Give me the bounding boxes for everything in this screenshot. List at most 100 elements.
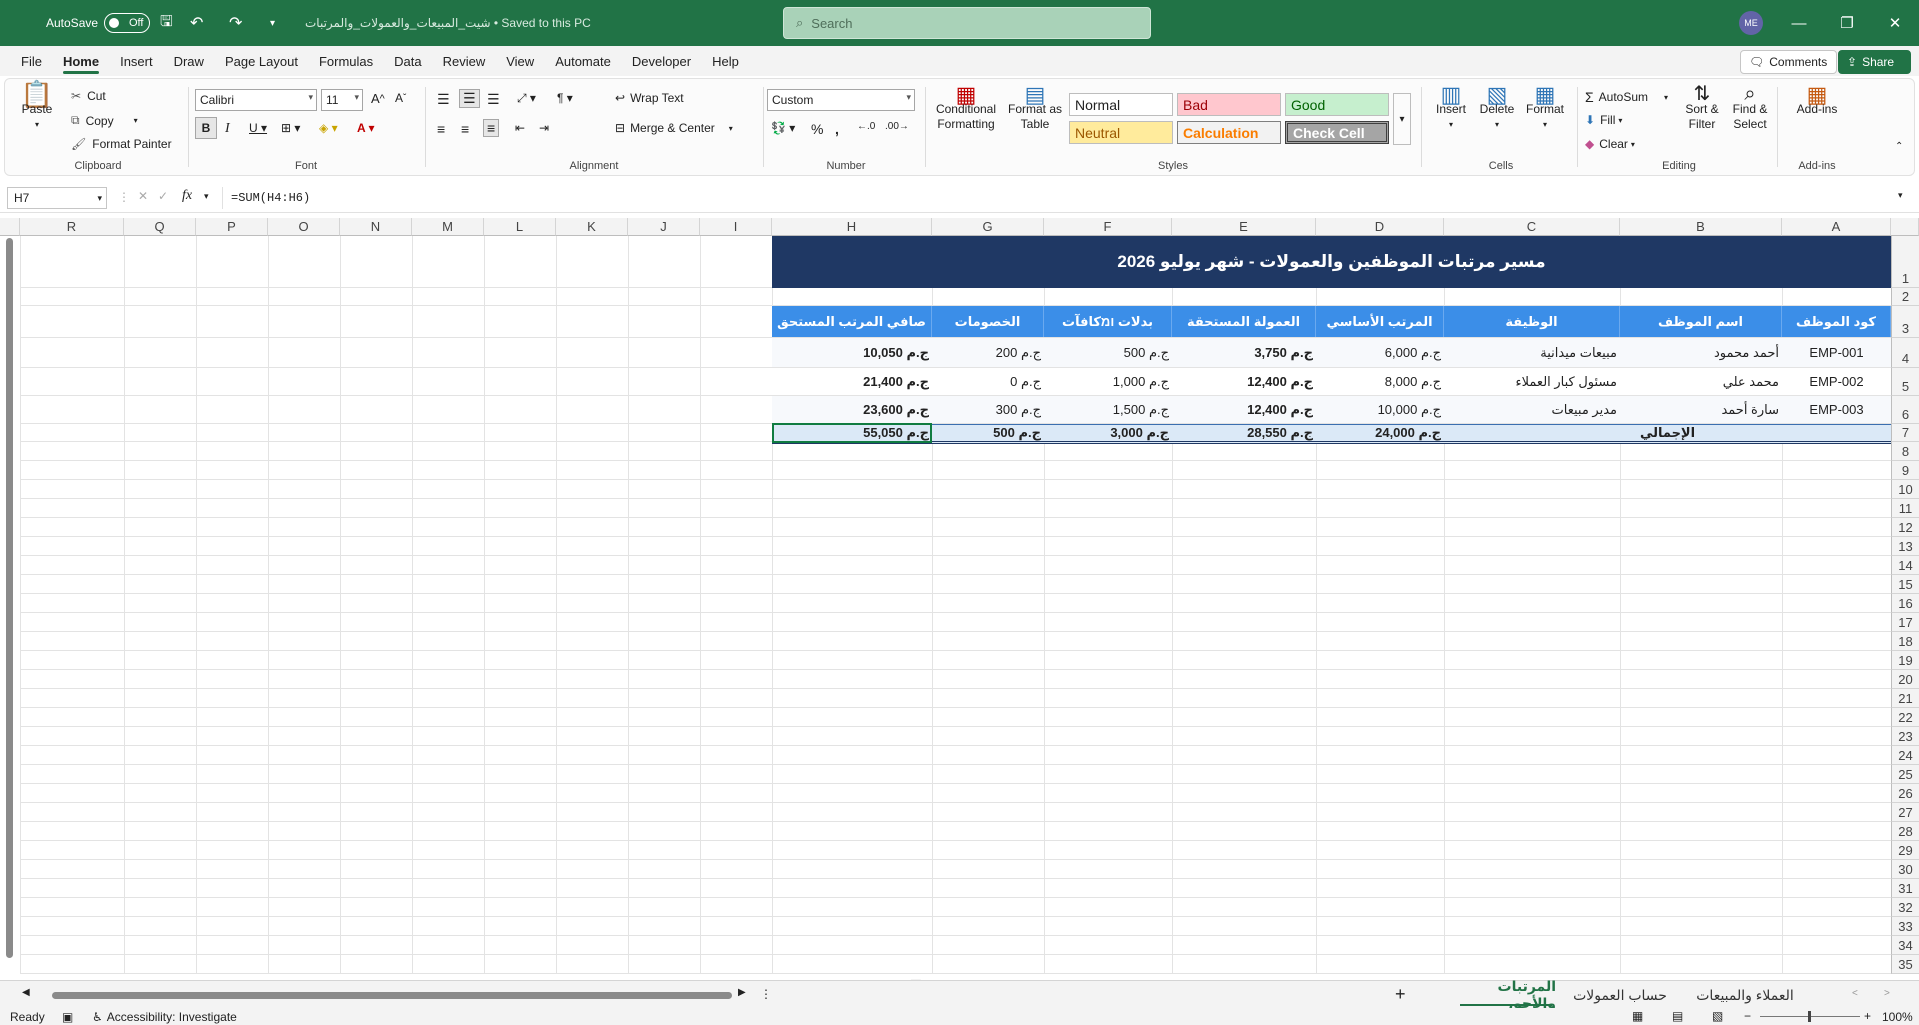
page-layout-view-icon[interactable]: ▤ [1672,1009,1683,1023]
style-neutral[interactable]: Neutral [1069,121,1173,144]
row-header-11[interactable]: 11 [1891,499,1919,518]
fill-button[interactable]: ⬇ Fill ▾ [1585,113,1622,127]
align-right-icon[interactable]: ≡ [483,119,500,137]
align-center-icon[interactable]: ≡ [461,121,469,137]
underline-button[interactable]: U ▾ [249,121,267,135]
fill-color-icon[interactable]: ◈ ▾ [319,121,338,135]
align-top-icon[interactable]: ☰ [437,91,450,108]
format-painter-button[interactable]: 🖌 Format Painter [71,137,172,151]
addins-button[interactable]: ▦ Add-ins [1789,84,1845,117]
tab-page-layout[interactable]: Page Layout [225,46,298,76]
row-header-32[interactable]: 32 [1891,898,1919,917]
document-title[interactable]: شيت_المبيعات_والعمولات_والمرتبات • Saved… [305,0,591,46]
rtl-icon[interactable]: ¶ ▾ [557,91,573,105]
total-cell[interactable]: ج.م 28,550 [1172,424,1316,442]
column-header-N[interactable]: N [340,218,412,236]
row-header-26[interactable]: 26 [1891,784,1919,803]
column-header-D[interactable]: D [1316,218,1444,236]
tab-insert[interactable]: Insert [120,46,153,76]
sheet-tab-salaries[interactable]: المرتبات والأجور [1456,978,1556,1011]
insert-function-icon[interactable]: fx [182,188,192,204]
row-header-10[interactable]: 10 [1891,480,1919,499]
table-header-A[interactable]: كود الموظف [1782,306,1891,337]
total-cell[interactable]: ج.م 500 [932,424,1044,442]
font-color-icon[interactable]: A ▾ [357,121,375,135]
row-header-19[interactable]: 19 [1891,651,1919,670]
row-header-12[interactable]: 12 [1891,518,1919,537]
row-header-23[interactable]: 23 [1891,727,1919,746]
avatar[interactable]: ME [1739,11,1763,35]
share-button[interactable]: ⇪ Share [1838,50,1911,74]
tab-view[interactable]: View [506,46,534,76]
column-header-B[interactable]: B [1620,218,1782,236]
select-all-corner[interactable] [1891,218,1919,236]
next-sheet-icon[interactable]: > [1884,988,1890,999]
row-header-34[interactable]: 34 [1891,936,1919,955]
table-cell[interactable]: ج.م 0 [932,368,1044,395]
autosave-toggle[interactable]: Off [104,13,150,33]
font-name-select[interactable]: Calibri ▾ [195,89,317,111]
redo-icon[interactable]: ↷ [229,0,242,46]
column-header-A[interactable]: A [1782,218,1891,236]
tab-formulas[interactable]: Formulas [319,46,373,76]
row-header-31[interactable]: 31 [1891,879,1919,898]
table-cell[interactable]: ج.م 1,000 [1044,368,1172,395]
cancel-icon[interactable]: ✕ [138,189,148,203]
format-cells-button[interactable]: ▦ Format ▾ [1521,84,1569,132]
increase-decimal-icon[interactable]: ←.0 [857,121,875,132]
collapse-ribbon-icon[interactable]: ⌃ [1895,141,1903,152]
row-header-30[interactable]: 30 [1891,860,1919,879]
table-cell[interactable]: EMP-001 [1782,338,1891,367]
table-header-C[interactable]: الوظيفة [1444,306,1620,337]
tab-review[interactable]: Review [443,46,486,76]
table-cell[interactable]: أحمد محمود [1620,338,1782,367]
scroll-left-icon[interactable]: ◀ [22,987,30,998]
close-icon[interactable]: ✕ [1872,0,1918,46]
row-header-8[interactable]: 8 [1891,442,1919,461]
style-bad[interactable]: Bad [1177,93,1281,116]
zoom-slider-thumb[interactable] [1808,1011,1811,1022]
percent-icon[interactable]: % [811,121,823,137]
row-header-7[interactable]: 7 [1891,424,1919,442]
row-header-5[interactable]: 5 [1891,368,1919,396]
row-header-24[interactable]: 24 [1891,746,1919,765]
paste-button[interactable]: 📋 Paste ▾ [17,81,57,132]
table-cell[interactable]: ج.م 200 [932,338,1044,367]
style-normal[interactable]: Normal [1069,93,1173,116]
column-header-J[interactable]: J [628,218,700,236]
row-header-28[interactable]: 28 [1891,822,1919,841]
zoom-in-icon[interactable]: + [1864,1009,1871,1023]
zoom-level[interactable]: 100% [1882,1010,1913,1024]
conditional-formatting-button[interactable]: ▦ Conditional Formatting [931,84,1001,132]
merge-center-button[interactable]: ⊟ Merge & Center ▾ [615,121,733,135]
sheet-tab-customers-sales[interactable]: العملاء والمبيعات [1690,981,1800,1009]
decrease-font-icon[interactable]: Aˇ [395,91,406,105]
table-header-H[interactable]: صافي المرتب المستحق [772,306,932,337]
row-header-1[interactable]: 1 [1891,236,1919,288]
decrease-decimal-icon[interactable]: .00→ [885,121,909,132]
style-check-cell[interactable]: Check Cell [1285,121,1389,144]
copy-button[interactable]: ⧉ Copy ▾ [71,113,138,128]
total-label[interactable]: الإجمالي [1444,424,1891,442]
find-select-button[interactable]: ⌕ Find & Select [1727,84,1773,132]
add-sheet-icon[interactable]: + [1395,984,1406,1005]
row-header-22[interactable]: 22 [1891,708,1919,727]
macro-record-icon[interactable]: ▣ [62,1010,73,1024]
formula-dropdown-icon[interactable]: ▾ [204,191,209,202]
spreadsheet-grid[interactable]: R Q P O N M L K J I H G F E D C B A 1 2 3 4 5 6 7 8 9 10 11 12 13 14 15 1… [0,218,1919,980]
row-header-15[interactable]: 15 [1891,575,1919,594]
row-header-29[interactable]: 29 [1891,841,1919,860]
page-break-view-icon[interactable]: ▧ [1712,1009,1723,1023]
tab-file[interactable]: File [21,46,42,76]
table-header-D[interactable]: المرتب الأساسي [1316,306,1444,337]
total-cell[interactable]: ج.م 24,000 [1316,424,1444,442]
row-header-21[interactable]: 21 [1891,689,1919,708]
table-cell[interactable]: ج.م 10,050 [772,338,932,367]
horizontal-scrollbar[interactable] [52,992,732,999]
table-cell[interactable]: ج.م 12,400 [1172,368,1316,395]
wrap-text-button[interactable]: ↩ Wrap Text [615,91,684,105]
customize-qat-icon[interactable]: ▾ [270,0,275,46]
restore-icon[interactable]: ❐ [1824,0,1870,46]
undo-icon[interactable]: ↶ [190,0,203,46]
table-cell[interactable]: EMP-003 [1782,396,1891,423]
